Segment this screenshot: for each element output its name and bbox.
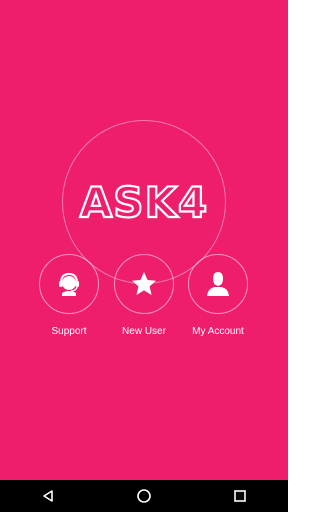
my-account-action[interactable]: My Account	[186, 254, 250, 337]
app-screen: ASK4 Support New User My Account	[0, 0, 288, 480]
my-account-button[interactable]	[188, 254, 248, 314]
support-action[interactable]: Support	[37, 254, 101, 337]
support-label: Support	[51, 326, 87, 337]
back-button[interactable]	[28, 480, 68, 512]
back-triangle-icon	[43, 490, 53, 502]
support-agent-icon	[59, 272, 79, 296]
navigation-bar	[0, 480, 288, 512]
status-bar	[0, 0, 288, 20]
user-icon	[207, 272, 229, 296]
home-circle-icon	[137, 489, 151, 503]
my-account-label: My Account	[192, 326, 244, 337]
new-user-label: New User	[122, 326, 166, 337]
new-user-button[interactable]	[114, 254, 174, 314]
star-icon	[132, 272, 156, 295]
home-button[interactable]	[124, 480, 164, 512]
recents-square-icon	[234, 490, 246, 502]
recents-button[interactable]	[220, 480, 260, 512]
support-button[interactable]	[39, 254, 99, 314]
new-user-action[interactable]: New User	[112, 254, 176, 337]
